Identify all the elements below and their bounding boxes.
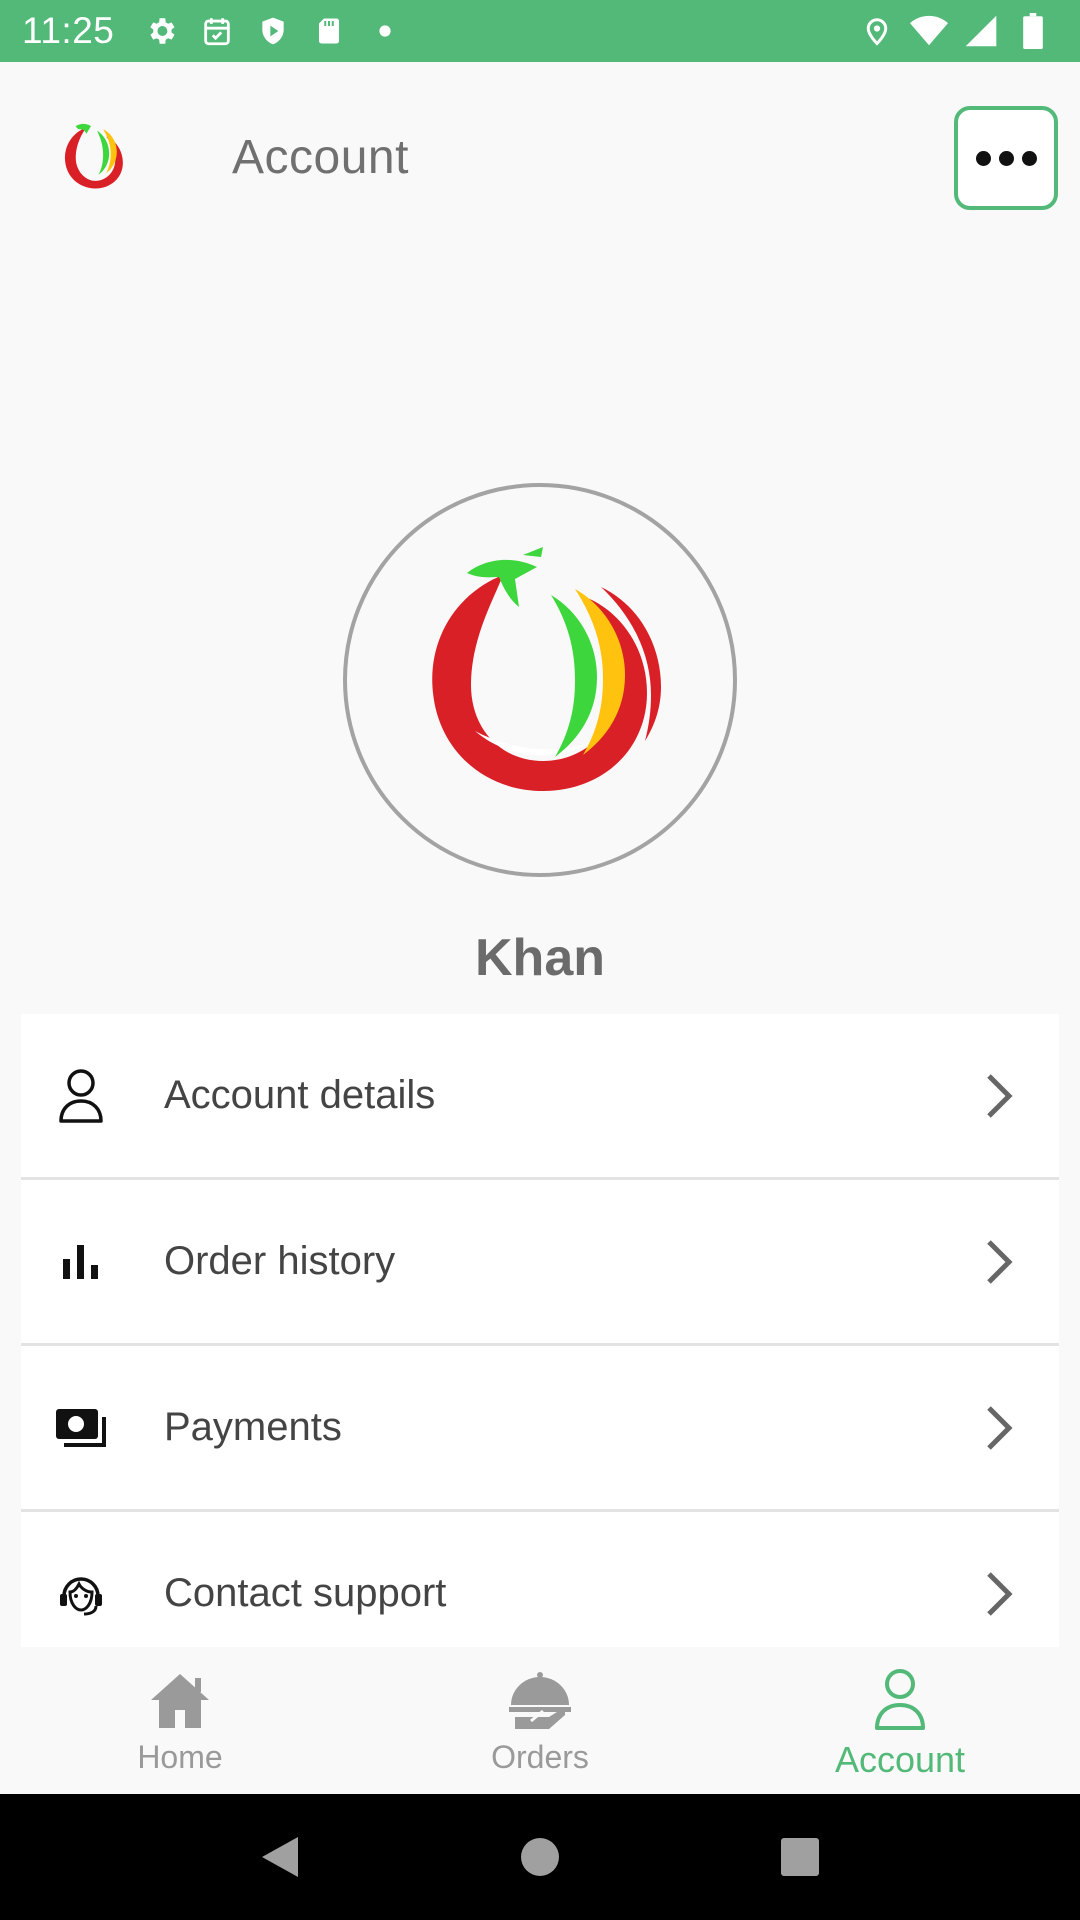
payments-icon <box>53 1400 109 1456</box>
menu-item-order-history[interactable]: Order history <box>21 1180 1059 1346</box>
menu-item-label: Account details <box>164 1073 436 1117</box>
tab-home[interactable]: Home <box>0 1647 360 1794</box>
tab-label: Account <box>834 1739 966 1780</box>
back-icon[interactable] <box>250 1827 310 1887</box>
home-icon <box>143 1665 217 1735</box>
system-navigation-bar <box>0 1794 1080 1920</box>
home-circle-icon[interactable] <box>510 1827 570 1887</box>
page-title: Account <box>232 131 409 184</box>
dot-icon <box>366 12 404 50</box>
location-icon <box>858 12 896 50</box>
app-bar: Account <box>0 62 1080 250</box>
tab-orders[interactable]: Orders <box>360 1647 720 1794</box>
battery-icon <box>1014 12 1052 50</box>
account-menu: Account details Order history Payments C… <box>21 1014 1059 1648</box>
more-dot-icon <box>975 150 991 166</box>
menu-item-contact-support[interactable]: Contact support <box>21 1512 1059 1648</box>
brand-logo-icon <box>432 547 661 791</box>
chevron-right-icon <box>979 1566 1019 1622</box>
more-dot-icon <box>998 150 1014 166</box>
menu-item-label: Payments <box>164 1405 342 1449</box>
support-agent-icon <box>53 1566 109 1622</box>
more-dot-icon <box>1021 150 1037 166</box>
bottom-navigation: Home Orders Account <box>0 1647 1080 1794</box>
tab-account[interactable]: Account <box>720 1647 1080 1794</box>
bar-chart-icon <box>53 1234 109 1290</box>
tab-label: Orders <box>491 1739 589 1775</box>
tab-label: Home <box>137 1739 223 1775</box>
chevron-right-icon <box>979 1400 1019 1456</box>
menu-item-label: Order history <box>164 1239 396 1283</box>
status-bar: 11:25 <box>0 0 1080 62</box>
shield-icon <box>254 12 292 50</box>
avatar <box>343 483 737 877</box>
recents-square-icon[interactable] <box>770 1827 830 1887</box>
more-options-button[interactable] <box>954 106 1058 210</box>
menu-item-label: Contact support <box>164 1571 447 1615</box>
menu-item-payments[interactable]: Payments <box>21 1346 1059 1512</box>
signal-icon <box>962 12 1000 50</box>
status-notification-icons <box>142 12 404 50</box>
app-logo-icon <box>56 114 132 190</box>
status-system-icons <box>858 12 1052 50</box>
menu-item-account-details[interactable]: Account details <box>21 1014 1059 1180</box>
sd-card-icon <box>310 12 348 50</box>
user-icon <box>53 1068 109 1124</box>
wifi-icon <box>910 12 948 50</box>
status-time: 11:25 <box>22 10 115 51</box>
chevron-right-icon <box>979 1234 1019 1290</box>
orders-icon <box>503 1665 577 1735</box>
calendar-check-icon <box>198 12 236 50</box>
user-icon <box>863 1665 937 1735</box>
chevron-right-icon <box>979 1068 1019 1124</box>
user-name: Khan <box>475 929 605 987</box>
settings-icon <box>142 12 180 50</box>
